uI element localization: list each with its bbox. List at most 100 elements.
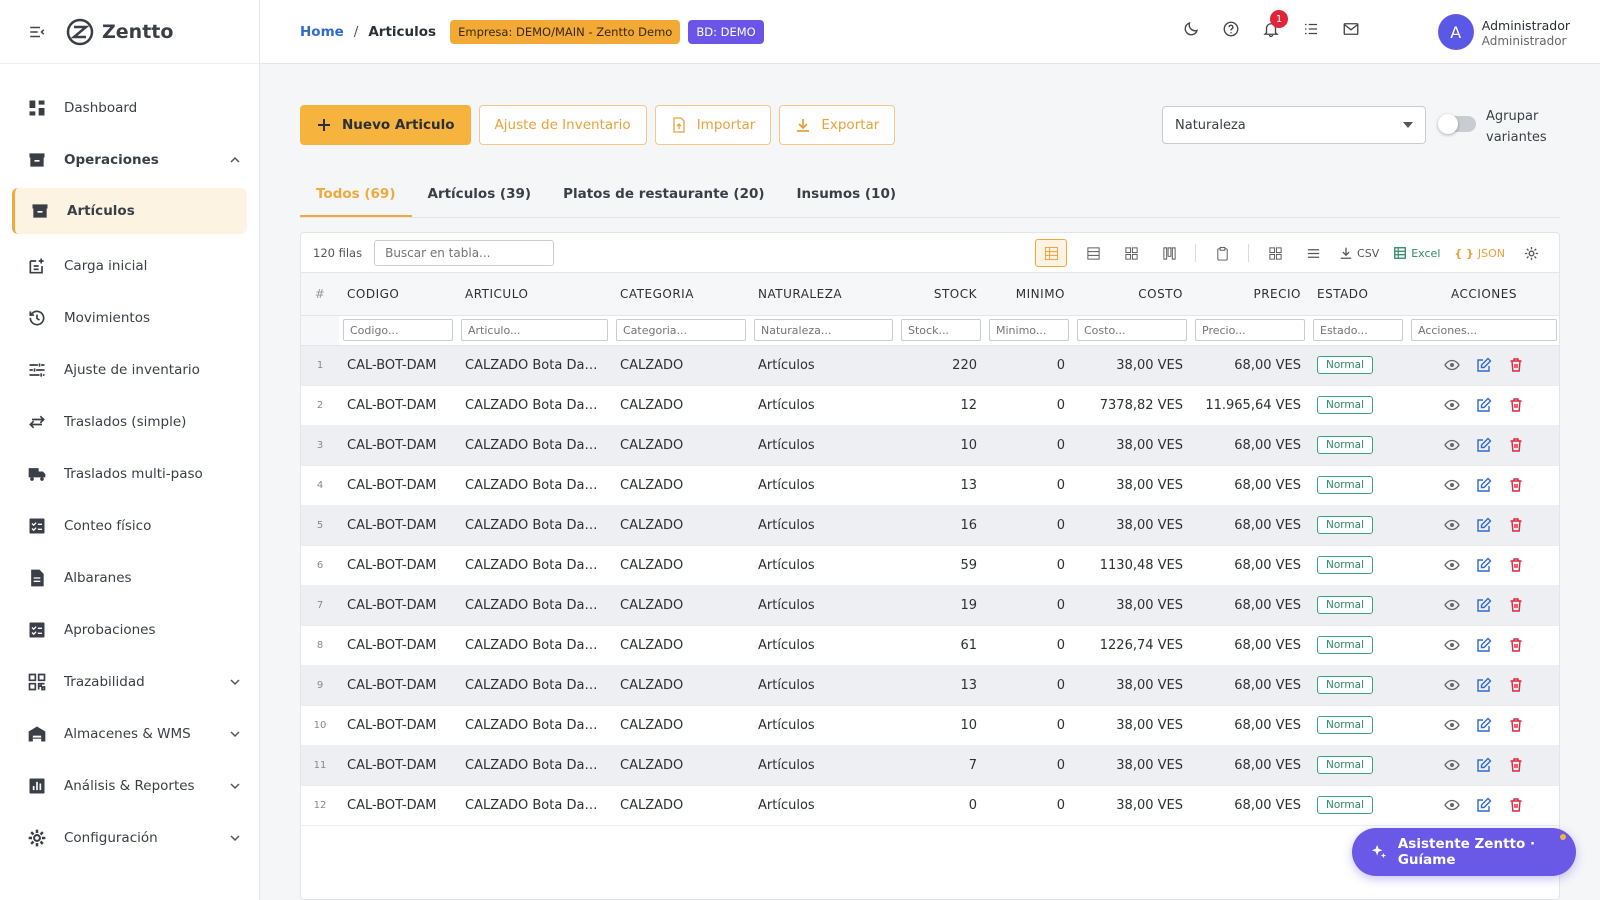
help-icon[interactable] bbox=[1222, 20, 1240, 38]
table-row[interactable]: 6 CAL-BOT-DAM CALZADO Bota Dama CALZADO Artí… bbox=[301, 545, 1559, 586]
delete-icon[interactable] bbox=[1508, 757, 1524, 773]
edit-icon[interactable] bbox=[1476, 757, 1492, 773]
table-view-icon[interactable] bbox=[1035, 239, 1068, 267]
table-row[interactable]: 4 CAL-BOT-DAM CALZADO Bota Dama CALZADO Artí… bbox=[301, 465, 1559, 506]
edit-icon[interactable] bbox=[1476, 797, 1492, 813]
tab-0[interactable]: Todos (69) bbox=[300, 176, 412, 217]
table-row[interactable]: 8 CAL-BOT-DAM CALZADO Bota Dama CALZADO Artí… bbox=[301, 625, 1559, 666]
delete-icon[interactable] bbox=[1508, 557, 1524, 573]
sidebar-item-trazabilidad[interactable]: Trazabilidad bbox=[0, 656, 259, 708]
column-filter-input[interactable] bbox=[1077, 319, 1187, 342]
grid-cards-icon[interactable] bbox=[1119, 240, 1143, 266]
new-article-button[interactable]: Nuevo Articulo bbox=[300, 105, 471, 145]
table-row[interactable]: 11 CAL-BOT-DAM CALZADO Bota Dama CALZADO Art… bbox=[301, 745, 1559, 786]
edit-icon[interactable] bbox=[1476, 357, 1492, 373]
kanban-view-icon[interactable] bbox=[1157, 240, 1181, 266]
edit-icon[interactable] bbox=[1476, 637, 1492, 653]
row-spacing-icon[interactable] bbox=[1301, 240, 1325, 266]
export-json-button[interactable]: { } JSON bbox=[1454, 247, 1505, 260]
sidebar-item-configuracion[interactable]: Configuración bbox=[0, 812, 259, 864]
mail-icon[interactable] bbox=[1342, 20, 1360, 38]
column-header[interactable]: CODIGO bbox=[339, 273, 457, 316]
dark-mode-icon[interactable] bbox=[1182, 20, 1200, 38]
gear-icon[interactable] bbox=[1519, 240, 1543, 266]
sidebar-item-analisis-reportes[interactable]: Análisis & Reportes bbox=[0, 760, 259, 812]
sidebar-item-conteo-fisico[interactable]: Conteo físico bbox=[0, 500, 259, 552]
eye-icon[interactable] bbox=[1444, 517, 1460, 533]
app-logo[interactable]: Zentto bbox=[66, 18, 173, 46]
export-button[interactable]: Exportar bbox=[779, 105, 896, 145]
clipboard-icon[interactable] bbox=[1210, 240, 1234, 266]
column-filter-input[interactable] bbox=[1313, 319, 1403, 342]
column-filter-input[interactable] bbox=[754, 319, 893, 342]
column-header[interactable]: ARTICULO bbox=[457, 273, 612, 316]
menu-collapse-icon[interactable] bbox=[28, 23, 46, 41]
sidebar-item-dashboard[interactable]: Dashboard bbox=[0, 82, 259, 134]
column-header[interactable]: CATEGORIA bbox=[612, 273, 750, 316]
table-row[interactable]: 5 CAL-BOT-DAM CALZADO Bota Dama CALZADO Artí… bbox=[301, 505, 1559, 546]
eye-icon[interactable] bbox=[1444, 597, 1460, 613]
list-view-icon[interactable] bbox=[1081, 240, 1105, 266]
edit-icon[interactable] bbox=[1476, 717, 1492, 733]
edit-icon[interactable] bbox=[1476, 397, 1492, 413]
delete-icon[interactable] bbox=[1508, 397, 1524, 413]
sidebar-item-ajuste-de-inventario[interactable]: Ajuste de inventario bbox=[0, 344, 259, 396]
sidebar-item-traslados-simple[interactable]: Traslados (simple) bbox=[0, 396, 259, 448]
list-view-icon[interactable] bbox=[1302, 20, 1320, 38]
delete-icon[interactable] bbox=[1508, 597, 1524, 613]
edit-icon[interactable] bbox=[1476, 517, 1492, 533]
column-header[interactable]: # bbox=[301, 273, 339, 316]
column-filter-input[interactable] bbox=[989, 319, 1069, 342]
eye-icon[interactable] bbox=[1444, 437, 1460, 453]
sidebar-item-albaranes[interactable]: Albaranes bbox=[0, 552, 259, 604]
delete-icon[interactable] bbox=[1508, 677, 1524, 693]
column-header[interactable]: NATURALEZA bbox=[750, 273, 897, 316]
edit-icon[interactable] bbox=[1476, 477, 1492, 493]
tab-2[interactable]: Platos de restaurante (20) bbox=[547, 176, 780, 217]
breadcrumb-home-link[interactable]: Home bbox=[300, 24, 344, 40]
column-filter-input[interactable] bbox=[1195, 319, 1305, 342]
delete-icon[interactable] bbox=[1508, 637, 1524, 653]
column-header[interactable]: MINIMO bbox=[985, 273, 1073, 316]
tab-1[interactable]: Artículos (39) bbox=[412, 176, 548, 217]
eye-icon[interactable] bbox=[1444, 677, 1460, 693]
edit-icon[interactable] bbox=[1476, 437, 1492, 453]
column-filter-input[interactable] bbox=[616, 319, 746, 342]
export-csv-button[interactable]: CSV bbox=[1339, 246, 1379, 260]
sidebar-item-almacenes-wms[interactable]: Almacenes & WMS bbox=[0, 708, 259, 760]
delete-icon[interactable] bbox=[1508, 797, 1524, 813]
column-filter-input[interactable] bbox=[343, 319, 453, 342]
delete-icon[interactable] bbox=[1508, 437, 1524, 453]
eye-icon[interactable] bbox=[1444, 717, 1460, 733]
table-row[interactable]: 7 CAL-BOT-DAM CALZADO Bota Dama CALZADO Artí… bbox=[301, 585, 1559, 626]
sidebar-item-aprobaciones[interactable]: Aprobaciones bbox=[0, 604, 259, 656]
delete-icon[interactable] bbox=[1508, 517, 1524, 533]
edit-icon[interactable] bbox=[1476, 597, 1492, 613]
sidebar-item-traslados-multi-paso[interactable]: Traslados multi-paso bbox=[0, 448, 259, 500]
inventory-adjust-button[interactable]: Ajuste de Inventario bbox=[478, 105, 647, 145]
notifications-bell-icon[interactable]: 1 bbox=[1262, 10, 1288, 38]
sidebar-item-articulos[interactable]: Artículos bbox=[12, 188, 247, 234]
table-search-input[interactable] bbox=[374, 239, 555, 266]
column-header[interactable]: ESTADO bbox=[1309, 273, 1407, 316]
assistant-button[interactable]: Asistente Zentto · Guíame bbox=[1352, 828, 1576, 876]
sidebar-item-operaciones[interactable]: Operaciones bbox=[0, 134, 259, 186]
table-row[interactable]: 2 CAL-BOT-DAM CALZADO Bota Dama CALZADO Artí… bbox=[301, 385, 1559, 426]
naturaleza-select[interactable]: Naturaleza bbox=[1162, 106, 1426, 144]
table-row[interactable]: 9 CAL-BOT-DAM CALZADO Bota Dama CALZADO Artí… bbox=[301, 665, 1559, 706]
column-header[interactable]: PRECIO bbox=[1191, 273, 1309, 316]
eye-icon[interactable] bbox=[1444, 477, 1460, 493]
table-row[interactable]: 3 CAL-BOT-DAM CALZADO Bota Dama CALZADO Artí… bbox=[301, 425, 1559, 466]
edit-icon[interactable] bbox=[1476, 557, 1492, 573]
import-button[interactable]: Importar bbox=[654, 105, 772, 145]
export-excel-button[interactable]: Excel bbox=[1393, 246, 1440, 260]
company-chip[interactable]: Empresa: DEMO/MAIN - Zentto Demo bbox=[450, 19, 681, 44]
column-filter-input[interactable] bbox=[901, 319, 981, 342]
eye-icon[interactable] bbox=[1444, 397, 1460, 413]
table-row[interactable]: 12 CAL-BOT-DAM CALZADO Bota Dama CALZADO Art… bbox=[301, 785, 1559, 826]
table-row[interactable]: 10 CAL-BOT-DAM CALZADO Bota Dama CALZADO Art… bbox=[301, 705, 1559, 746]
column-header[interactable]: COSTO bbox=[1073, 273, 1191, 316]
column-filter-input[interactable] bbox=[461, 319, 608, 342]
eye-icon[interactable] bbox=[1444, 357, 1460, 373]
delete-icon[interactable] bbox=[1508, 357, 1524, 373]
